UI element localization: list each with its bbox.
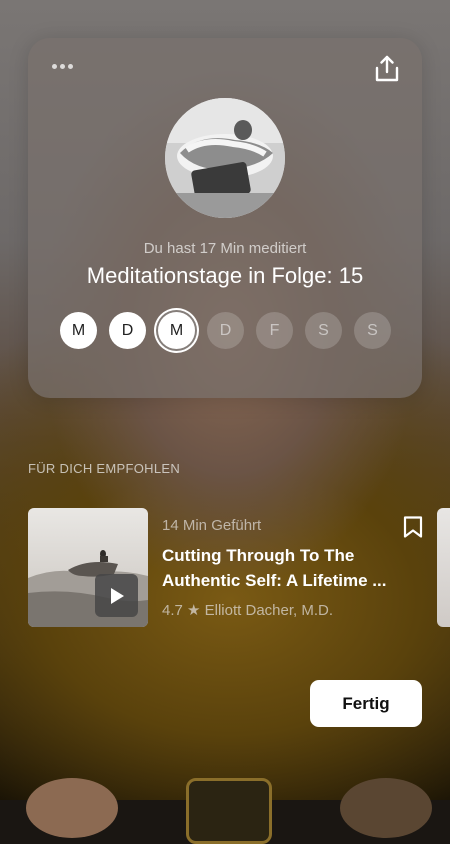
bottom-avatar-right[interactable] — [340, 778, 432, 838]
weekday-streak: M D M D F S S — [60, 312, 391, 349]
day-monday: M — [60, 312, 97, 349]
bottom-avatar-left[interactable] — [26, 778, 118, 838]
share-icon[interactable] — [374, 55, 400, 83]
recommendation-rating: 4.7 ★ Elliott Dacher, M.D. — [162, 602, 334, 619]
day-friday: F — [256, 312, 293, 349]
day-thursday: D — [207, 312, 244, 349]
play-button[interactable] — [95, 574, 138, 617]
bookmark-icon[interactable] — [403, 516, 423, 538]
recommendation-title[interactable]: Cutting Through To The Authentic Self: A… — [162, 543, 394, 593]
recommendation-meta: 14 Min Geführt — [162, 517, 262, 534]
done-button[interactable]: Fertig — [310, 680, 422, 727]
profile-photo — [165, 98, 285, 218]
next-recommendation-card[interactable] — [437, 508, 450, 627]
streak-title: Meditationstage in Folge: 15 — [86, 263, 364, 288]
day-wednesday-today: M — [158, 312, 195, 349]
play-icon — [110, 587, 124, 604]
day-saturday: S — [305, 312, 342, 349]
more-icon[interactable] — [52, 64, 73, 69]
recommendation-thumbnail[interactable] — [28, 508, 148, 627]
recommendation-card[interactable]: 14 Min Geführt Cutting Through To The Au… — [28, 508, 428, 628]
streak-card: Du hast 17 Min meditiert Meditationstage… — [28, 38, 422, 398]
day-tuesday: D — [109, 312, 146, 349]
section-heading-recommended: FÜR DICH EMPFOHLEN — [28, 461, 181, 476]
bottom-logo[interactable] — [186, 778, 272, 844]
day-sunday: S — [354, 312, 391, 349]
meditation-duration-text: Du hast 17 Min meditiert — [143, 240, 307, 257]
